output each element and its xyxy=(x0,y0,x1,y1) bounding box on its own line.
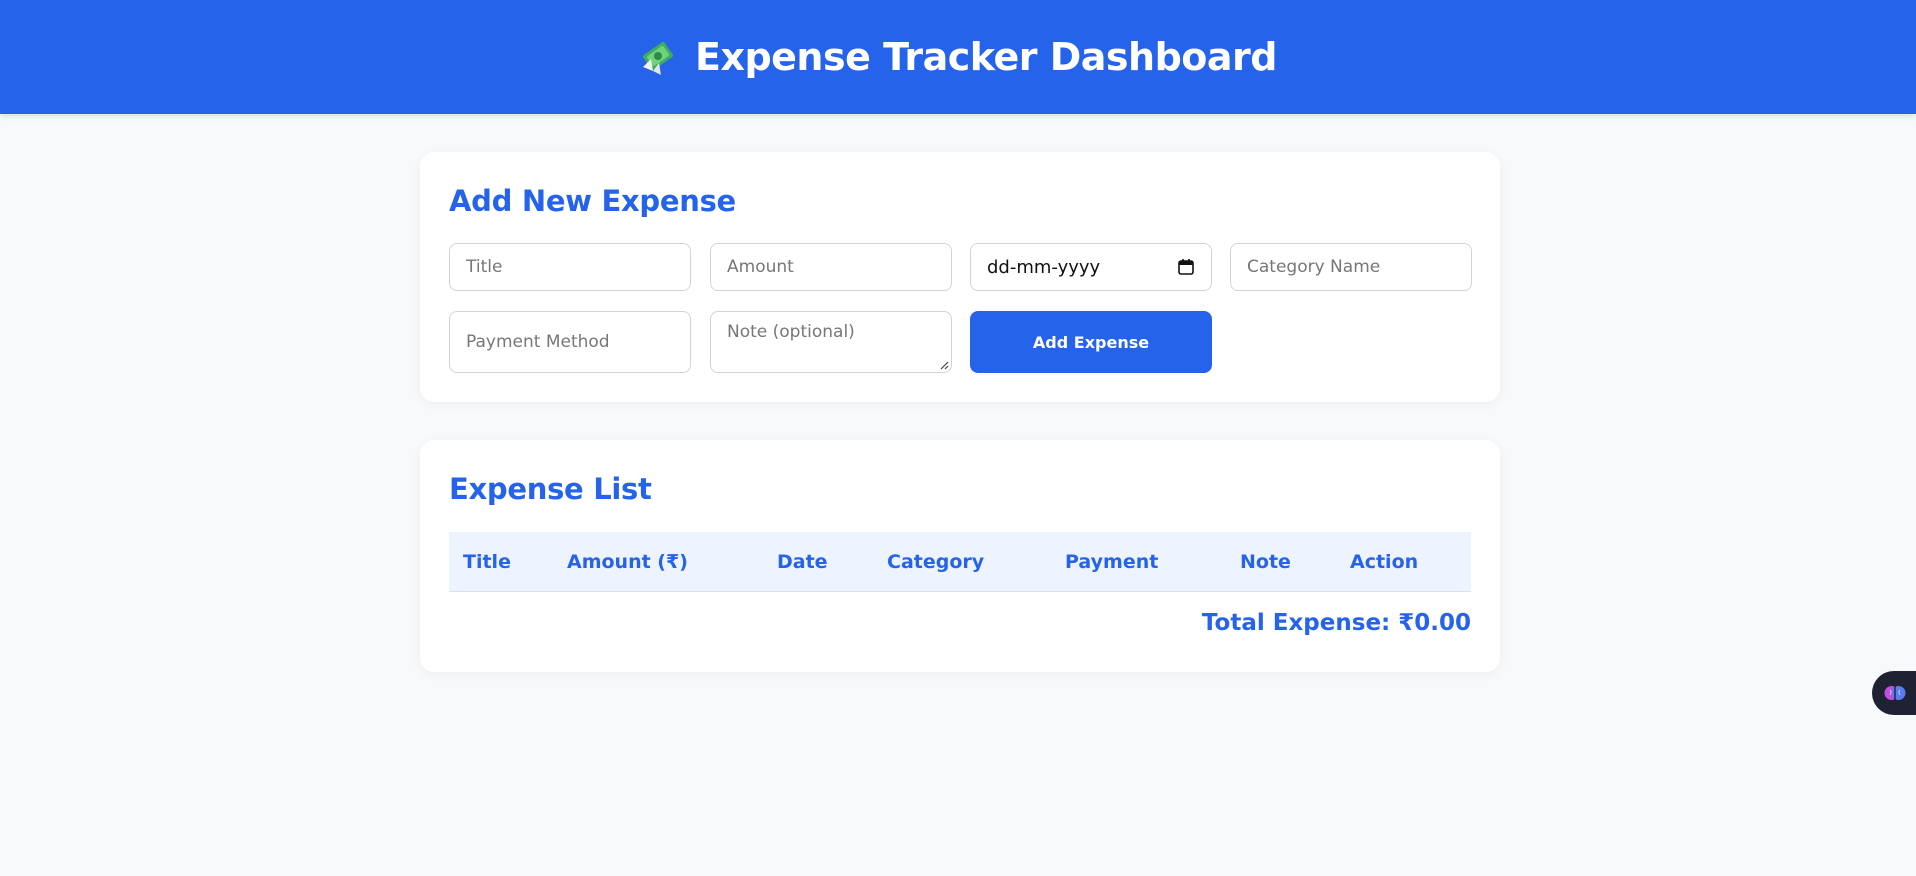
payment-method-input[interactable] xyxy=(449,311,691,373)
column-header-note: Note xyxy=(1240,551,1291,573)
money-with-wings-icon xyxy=(642,41,674,75)
date-input[interactable]: dd-mm-yyyy xyxy=(970,243,1212,291)
page-title: Expense Tracker Dashboard xyxy=(694,35,1278,79)
column-header-amount: Amount (₹) xyxy=(567,551,688,573)
expense-list-heading: Expense List xyxy=(449,472,652,506)
header-content: Expense Tracker Dashboard xyxy=(639,35,1278,79)
add-expense-card: Add New Expense dd-mm-yyyy Add Expense xyxy=(420,152,1500,402)
table-header-row: Title Amount (₹) Date Category Payment N… xyxy=(449,532,1471,592)
calendar-icon[interactable] xyxy=(1177,258,1195,276)
date-placeholder: dd-mm-yyyy xyxy=(987,256,1101,278)
column-header-action: Action xyxy=(1350,551,1419,573)
category-input[interactable] xyxy=(1230,243,1472,291)
resize-handle-icon[interactable] xyxy=(939,360,949,370)
column-header-category: Category xyxy=(887,551,985,573)
brain-icon xyxy=(1884,686,1906,700)
column-header-date: Date xyxy=(777,551,828,573)
expense-list-card: Expense List Title Amount (₹) Date Categ… xyxy=(420,440,1500,672)
title-input[interactable] xyxy=(449,243,691,291)
add-expense-button[interactable]: Add Expense xyxy=(970,311,1212,373)
floating-assistant-button[interactable] xyxy=(1872,671,1916,715)
app-header: Expense Tracker Dashboard xyxy=(0,0,1916,114)
total-expense: Total Expense: ₹0.00 xyxy=(1201,610,1471,636)
amount-input[interactable] xyxy=(710,243,952,291)
column-header-payment: Payment xyxy=(1065,551,1159,573)
note-wrapper xyxy=(710,311,952,373)
column-header-title: Title xyxy=(463,551,511,573)
note-textarea[interactable] xyxy=(710,311,952,373)
add-expense-heading: Add New Expense xyxy=(449,184,736,218)
